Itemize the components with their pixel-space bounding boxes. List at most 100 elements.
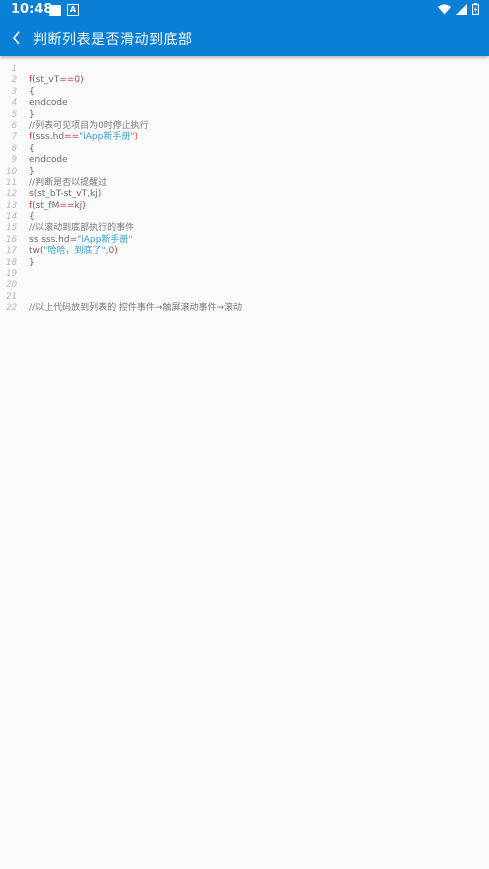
code-line[interactable]: 1: [0, 64, 489, 75]
code-token: "iApp新手册": [77, 234, 133, 245]
line-number: 11: [6, 177, 17, 188]
code-token: }: [29, 109, 35, 120]
code-line[interactable]: 9 endcode: [0, 155, 489, 166]
code-line[interactable]: 12 s(st_bT-st_vT,kj): [0, 189, 489, 200]
code-token: {: [29, 212, 35, 223]
code-token: ): [82, 200, 86, 211]
code-token: endcode: [29, 98, 68, 109]
code-line[interactable]: 14 {: [0, 212, 489, 223]
code-text: //以滚动到底部执行的事件: [29, 223, 134, 234]
code-token: {: [29, 86, 35, 97]
code-line[interactable]: 8{: [0, 144, 489, 155]
code-text: f(st_fM==kj): [29, 201, 86, 212]
a-box-icon: A: [67, 4, 79, 16]
code-token: (sss.hd: [32, 132, 65, 143]
code-line[interactable]: 19: [0, 269, 489, 280]
code-token: "哈哈，到底了": [43, 246, 106, 257]
code-token: kj: [74, 200, 83, 211]
code-line[interactable]: 13 f(st_fM==kj): [0, 201, 489, 212]
code-token: ): [114, 246, 118, 257]
code-token: ==: [64, 132, 80, 143]
code-text: }: [29, 110, 35, 121]
code-text: f(st_vT==0): [29, 75, 84, 86]
line-number: 22: [6, 303, 17, 314]
code-token: //以上代码放到列表的 控件事件→触屏滚动事件→滚动: [29, 303, 243, 314]
line-number: 7: [11, 132, 17, 143]
notification-icons: A: [49, 4, 79, 16]
code-token: }: [29, 257, 35, 268]
back-button[interactable]: [6, 24, 28, 52]
code-text: endcode: [29, 98, 68, 109]
line-number: 14: [6, 212, 17, 223]
line-number: 1: [11, 64, 17, 74]
code-token: tw: [29, 246, 40, 257]
line-number: 15: [6, 223, 17, 234]
code-token: {: [29, 143, 35, 154]
code-token: ): [97, 189, 102, 200]
line-number: 3: [11, 86, 17, 97]
square-icon: [49, 4, 61, 16]
code-line[interactable]: 7 f(sss.hd=="iApp新手册"): [0, 132, 489, 143]
code-text: //以上代码放到列表的 控件事件→触屏滚动事件→滚动: [29, 303, 242, 314]
code-line[interactable]: 20: [0, 280, 489, 291]
code-line[interactable]: 11 //判断是否以提醒过: [0, 178, 489, 189]
code-editor[interactable]: 1 2 f(st_vT==0) 3{4 endcode 5} 6//列表可见项目为0时停止执…: [0, 64, 489, 315]
code-line[interactable]: 2 f(st_vT==0): [0, 75, 489, 86]
code-token: "iApp新手册": [79, 132, 135, 143]
code-token: ==: [59, 200, 75, 211]
code-text: ss sss.hd="iApp新手册": [29, 235, 133, 246]
code-token: endcode: [29, 155, 68, 166]
line-number: 20: [6, 280, 17, 291]
line-number: 12: [6, 189, 17, 200]
chevron-left-icon: [12, 31, 20, 45]
line-number: 4: [11, 98, 17, 109]
code-text: f(sss.hd=="iApp新手册"): [29, 132, 138, 143]
code-text: //判断是否以提醒过: [29, 178, 107, 189]
code-token: //判断是否以提醒过: [29, 177, 108, 188]
app-bar: 判断列表是否滑动到底部: [0, 20, 489, 56]
code-token: (st_fM: [32, 200, 60, 211]
code-token: ): [80, 75, 84, 86]
wifi-icon: [438, 4, 451, 14]
code-line[interactable]: 3{: [0, 87, 489, 98]
code-line[interactable]: 4 endcode: [0, 98, 489, 109]
code-line[interactable]: 17 tw("哈哈，到底了",0): [0, 246, 489, 257]
code-text: {: [29, 87, 35, 98]
code-token: ,0: [105, 246, 115, 257]
code-line[interactable]: 16 ss sss.hd="iApp新手册": [0, 235, 489, 246]
system-icons: [438, 3, 479, 15]
code-line[interactable]: 10}: [0, 167, 489, 178]
code-text: {: [29, 212, 35, 223]
code-token: }: [29, 166, 35, 177]
line-number: 16: [6, 234, 17, 245]
line-number: 13: [6, 200, 17, 211]
cell-signal-icon: [456, 3, 467, 15]
code-token: ==: [59, 75, 75, 86]
code-token: //列表可见项目为0时停止执行: [29, 120, 149, 131]
code-text: {: [29, 144, 35, 155]
code-line[interactable]: 22 //以上代码放到列表的 控件事件→触屏滚动事件→滚动: [0, 303, 489, 314]
code-text: //列表可见项目为0时停止执行: [29, 121, 149, 132]
line-number: 17: [6, 246, 17, 257]
code-token: (st_vT: [32, 75, 60, 86]
code-token: ): [134, 132, 139, 143]
code-line[interactable]: 21: [0, 292, 489, 303]
code-line[interactable]: 18}: [0, 258, 489, 269]
line-number: 9: [11, 155, 17, 166]
code-token: ss sss.hd=: [29, 234, 78, 245]
line-number: 19: [6, 269, 17, 280]
code-token: (st_bT-st_vT,kj: [33, 189, 98, 200]
line-number: 21: [6, 291, 17, 302]
code-text: }: [29, 258, 35, 269]
code-line[interactable]: 6 //列表可见项目为0时停止执行: [0, 121, 489, 132]
line-number: 5: [11, 109, 17, 120]
line-number: 18: [6, 257, 17, 268]
code-text: tw("哈哈，到底了",0): [29, 246, 118, 257]
code-line[interactable]: 15 //以滚动到底部执行的事件: [0, 223, 489, 234]
status-time: 10:48: [11, 2, 53, 17]
page-title: 判断列表是否滑动到底部: [33, 32, 193, 48]
line-number: 2: [11, 75, 17, 86]
line-number: 6: [11, 120, 17, 131]
code-line[interactable]: 5}: [0, 110, 489, 121]
status-bar: 10:48 A: [0, 0, 489, 20]
